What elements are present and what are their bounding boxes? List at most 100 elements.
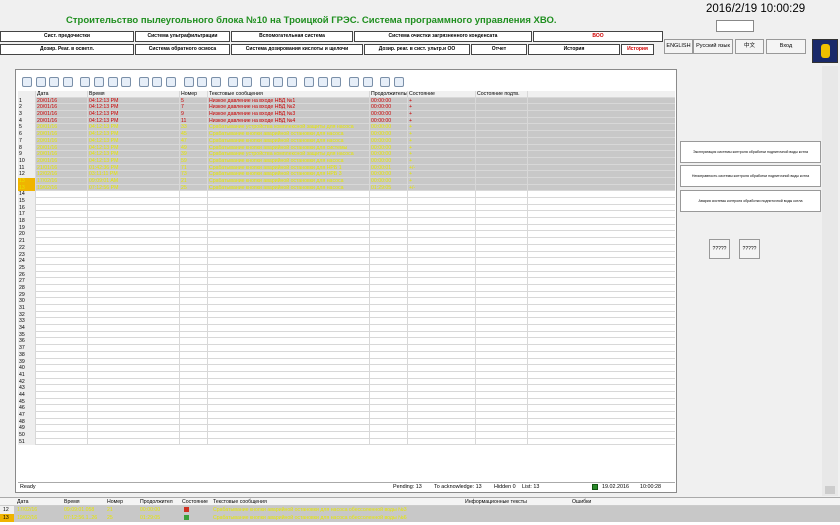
table-row[interactable]: 24 bbox=[18, 258, 675, 265]
table-row[interactable]: 48 bbox=[18, 418, 675, 426]
table-row[interactable]: 43 bbox=[18, 385, 675, 392]
table-row[interactable]: 39 bbox=[18, 358, 675, 366]
table-row[interactable]: 49 bbox=[18, 425, 675, 433]
table-row[interactable]: 40 bbox=[18, 365, 675, 372]
export2-icon[interactable] bbox=[304, 76, 315, 87]
copy-icon[interactable] bbox=[197, 76, 208, 87]
import-icon[interactable] bbox=[317, 76, 328, 87]
nav-button-bottom-6[interactable]: История bbox=[528, 44, 620, 55]
table-row[interactable]: 31 bbox=[18, 305, 675, 312]
table-row[interactable]: 34 bbox=[18, 325, 675, 332]
table-row[interactable]: 4 20/01/16 04:12:13 PM 11 Низкое давление на… bbox=[18, 117, 675, 125]
lock2-icon[interactable] bbox=[362, 76, 373, 87]
nav-button-bottom-2[interactable]: Система обратного осмоса bbox=[135, 44, 230, 55]
table-row[interactable]: 38 bbox=[18, 351, 675, 359]
table-row[interactable]: 1 20/01/16 04:12:13 PM 5 Низкое давление на … bbox=[18, 97, 675, 105]
table-row[interactable]: 29 bbox=[18, 291, 675, 299]
nav-button-top-3[interactable]: Вспомогательная система bbox=[231, 31, 353, 42]
english-button[interactable]: ENGLISH bbox=[664, 39, 693, 54]
table-row[interactable]: 13 19/02/16 07:12:56 PM 25 Срабатывание кноп… bbox=[18, 184, 675, 192]
next-icon[interactable] bbox=[273, 76, 284, 87]
table-row[interactable]: 50 bbox=[18, 432, 675, 439]
table-row[interactable]: 46 bbox=[18, 405, 675, 412]
table-row[interactable]: 15 bbox=[18, 198, 675, 205]
russian-button[interactable]: Русский язык bbox=[693, 39, 733, 54]
table-row[interactable]: 9 20/01/16 04:12:13 PM 39 Срабатывание устро… bbox=[18, 151, 675, 158]
nav-button-top-2[interactable]: Система ультрафильтрации bbox=[135, 31, 230, 42]
table-row[interactable]: 28 bbox=[18, 284, 675, 292]
nav-button-bottom-4[interactable]: Дозир. реаг. в сист. ультр.и ОО bbox=[364, 44, 470, 55]
chart-icon[interactable] bbox=[165, 76, 176, 87]
user-icon[interactable] bbox=[812, 39, 838, 63]
filter2-icon[interactable] bbox=[349, 76, 360, 87]
nav-button-bottom-1[interactable]: Дозир. Реаг. в осветл. bbox=[0, 44, 134, 55]
table-row[interactable]: 18 bbox=[18, 218, 675, 225]
table-row[interactable]: 19 bbox=[18, 224, 675, 232]
nav-button-top-5[interactable]: ВОО bbox=[533, 31, 663, 42]
table-row[interactable]: 3 20/01/16 04:12:13 PM 9 Низкое давление на … bbox=[18, 111, 675, 118]
nav-button-bottom-3[interactable]: Система дозирования кислоты и щелочи bbox=[231, 44, 363, 55]
clock-input-box[interactable] bbox=[716, 20, 754, 32]
table-row[interactable]: 14 bbox=[18, 191, 675, 198]
filter-icon[interactable] bbox=[35, 76, 46, 87]
refresh-icon[interactable] bbox=[49, 76, 60, 87]
table-row[interactable]: 26 bbox=[18, 271, 675, 279]
history-icon[interactable] bbox=[393, 76, 404, 87]
nav-button-bottom-7[interactable]: История bbox=[621, 44, 654, 55]
table-row[interactable]: 47 bbox=[18, 412, 675, 419]
login-button[interactable]: Вход bbox=[766, 39, 806, 54]
table-row[interactable]: 42 bbox=[18, 378, 675, 386]
summary-row[interactable]: 13 19/02/16 07:12:56.1..26 25 01:29:05 Срабат… bbox=[0, 514, 840, 522]
table-row[interactable]: 32 bbox=[18, 311, 675, 319]
table-row[interactable]: 27 bbox=[18, 278, 675, 285]
table-row[interactable]: 17 bbox=[18, 211, 675, 219]
archive-icon[interactable] bbox=[183, 76, 194, 87]
settings-icon[interactable] bbox=[152, 76, 163, 87]
table-row[interactable]: 51 bbox=[18, 438, 675, 446]
chinese-button[interactable]: 中文 bbox=[735, 39, 764, 54]
page-icon[interactable] bbox=[331, 76, 342, 87]
table-row[interactable]: 6 20/01/16 04:12:13 PM 45 Срабатывание кнопк… bbox=[18, 131, 675, 138]
export-icon[interactable] bbox=[80, 76, 91, 87]
sort-icon[interactable] bbox=[93, 76, 104, 87]
flag-icon[interactable] bbox=[259, 76, 270, 87]
table-row[interactable]: 37 bbox=[18, 345, 675, 352]
table-row[interactable]: 2 20/01/16 04:12:13 PM 7 Низкое давление на … bbox=[18, 104, 675, 112]
print-preview-icon[interactable] bbox=[62, 76, 73, 87]
summary-row[interactable]: 12 17/02/16 09:09:01.058 21 00:00:00 Срабатыв… bbox=[0, 506, 840, 514]
print-icon[interactable] bbox=[241, 76, 252, 87]
table-row[interactable]: 45 bbox=[18, 398, 675, 406]
table-row[interactable]: 21 bbox=[18, 238, 675, 245]
operation-status-button[interactable]: Эксплуатация системы контроля обработки … bbox=[680, 141, 821, 163]
table-row[interactable]: 11 21/01/16 01:42:36 PM 71 Срабатывание кноп… bbox=[18, 164, 675, 172]
table-row[interactable]: 30 bbox=[18, 298, 675, 305]
report-icon[interactable] bbox=[210, 76, 221, 87]
nav-button-top-1[interactable]: Сист. предочистки bbox=[0, 31, 134, 42]
lock-icon[interactable] bbox=[107, 76, 118, 87]
table-row[interactable]: 5 20/01/16 04:12:13 PM 33 Срабатывание устро… bbox=[18, 124, 675, 132]
scrollbar-thumb[interactable] bbox=[825, 486, 835, 494]
move-down-icon[interactable] bbox=[138, 76, 149, 87]
save-icon[interactable] bbox=[228, 76, 239, 87]
unknown-button-1[interactable]: ????? bbox=[709, 239, 730, 259]
table-row[interactable]: 35 bbox=[18, 331, 675, 339]
nav-button-bottom-5[interactable]: Отчет bbox=[471, 44, 527, 55]
unknown-button-2[interactable]: ????? bbox=[739, 239, 760, 259]
table-row[interactable]: 23 bbox=[18, 251, 675, 259]
help-icon[interactable] bbox=[22, 76, 32, 87]
table-row[interactable]: 13 17/02/16 09:09:01 AM 21 Срабатывание кноп… bbox=[18, 177, 675, 185]
options-icon[interactable] bbox=[380, 76, 391, 87]
table-row[interactable]: 33 bbox=[18, 318, 675, 326]
fault-status-button[interactable]: Неисправность системы контроля обработки… bbox=[680, 165, 821, 187]
table-row[interactable]: 25 bbox=[18, 264, 675, 272]
vertical-scrollbar[interactable] bbox=[822, 66, 838, 496]
nav-button-top-4[interactable]: Система очистки загрязненного конденсата bbox=[354, 31, 532, 42]
table-row[interactable]: 22 bbox=[18, 244, 675, 252]
table-row[interactable]: 7 20/01/16 04:12:13 PM 47 Срабатывание кнопк… bbox=[18, 137, 675, 145]
table-row[interactable]: 16 bbox=[18, 204, 675, 212]
table-row[interactable]: 20 bbox=[18, 231, 675, 239]
table-row[interactable]: 8 20/01/16 04:12:13 PM 49 Срабатывание кнопк… bbox=[18, 144, 675, 152]
table-icon[interactable] bbox=[121, 76, 132, 87]
table-row[interactable]: 12 12/02/16 03:11:11 PM 73 Срабатывание кноп… bbox=[18, 171, 675, 178]
table-row[interactable]: 41 bbox=[18, 371, 675, 379]
